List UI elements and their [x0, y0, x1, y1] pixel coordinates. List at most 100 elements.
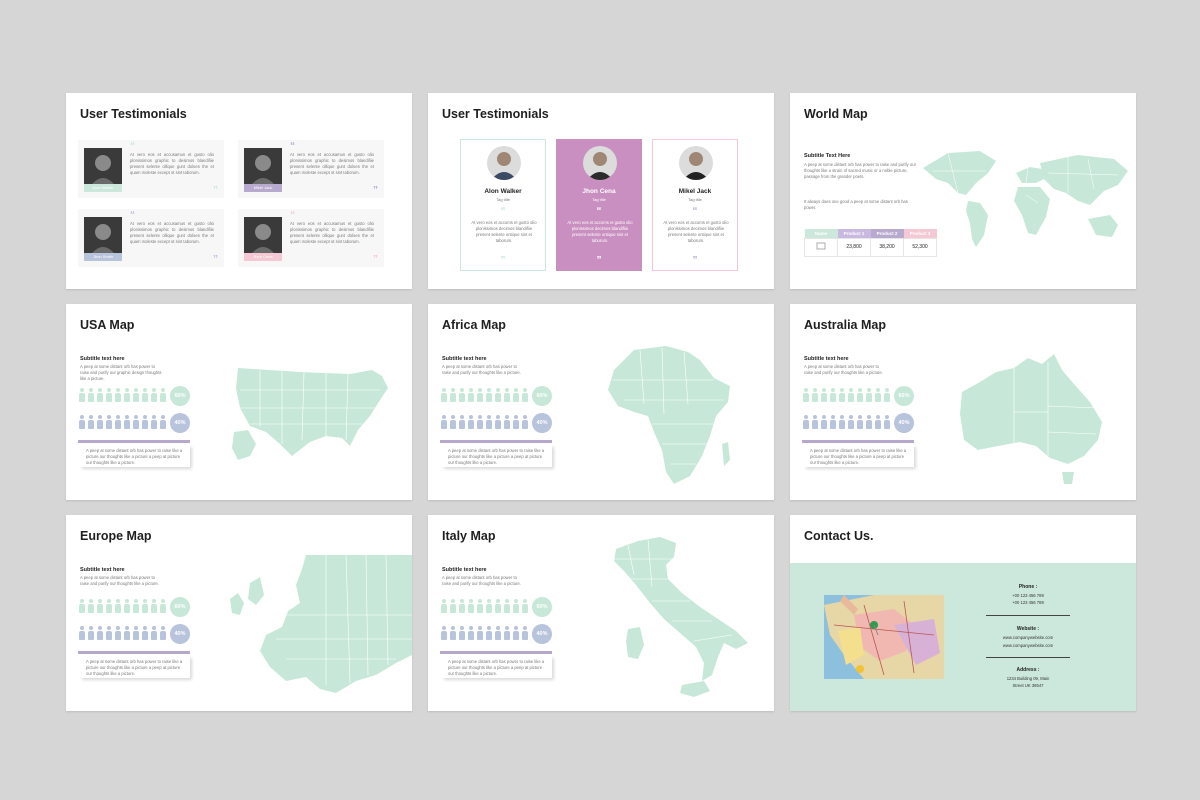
percentage-badge: 60% — [894, 386, 914, 406]
person-icon — [458, 415, 466, 429]
person-icon — [856, 388, 864, 402]
percentage-badge: 60% — [170, 386, 190, 406]
person-icon — [123, 415, 131, 429]
person-icon — [503, 599, 511, 613]
person-icon — [449, 626, 457, 640]
person-icon — [820, 388, 828, 402]
person-icon — [132, 415, 140, 429]
testimonial-card: Jhon Smith “ At vero eos et accusamus et… — [78, 209, 224, 267]
description-secondary: It always does one good a peep at some d… — [804, 199, 908, 210]
testimonial-name-tag: Mikel Jack — [244, 184, 282, 192]
divider — [986, 615, 1070, 616]
person-icon — [440, 599, 448, 613]
people-icons-row — [78, 626, 170, 640]
person-icon — [802, 415, 810, 429]
person-icon — [440, 626, 448, 640]
box-icon — [816, 242, 826, 250]
quote-open-icon: “ — [692, 206, 698, 217]
person-icon — [114, 626, 122, 640]
avatar — [244, 148, 282, 188]
person-icon — [114, 388, 122, 402]
note-box: A peep at some distant orb has power to … — [442, 445, 552, 467]
quote-open-icon: “ — [290, 141, 295, 152]
slide-usa-map[interactable]: USA Map Subtitle text here A peep at som… — [66, 304, 412, 500]
slide-contact-us[interactable]: Contact Us. Phone : +00 123 456 789 +00 … — [790, 515, 1136, 711]
quote-close-icon: ” — [373, 185, 378, 196]
note-box: A peep at some distant orb has power to … — [442, 656, 552, 678]
person-icon — [449, 415, 457, 429]
person-icon — [503, 388, 511, 402]
contact-website-1: www.companywebsite.com — [1002, 635, 1054, 640]
person-icon — [114, 415, 122, 429]
person-icon — [521, 599, 529, 613]
person-icon — [811, 415, 819, 429]
person-icon — [503, 626, 511, 640]
subtitle: Subtitle text here — [80, 356, 125, 362]
contact-phone-label: Phone : — [1018, 584, 1038, 590]
subtitle: Subtitle text here — [804, 356, 849, 362]
avatar — [583, 146, 617, 180]
quote-close-icon: ” — [500, 255, 506, 266]
person-icon — [865, 388, 873, 402]
testimonial-text: At vero eos et accusamus et gusto olio p… — [290, 221, 374, 244]
person-icon — [449, 388, 457, 402]
person-icon — [521, 415, 529, 429]
person-icon — [485, 626, 493, 640]
percentage-badge: 60% — [532, 386, 552, 406]
description: A peep at some distant orb has power to … — [80, 575, 159, 586]
percentage-badge: 40% — [170, 413, 190, 433]
person-icon — [874, 388, 882, 402]
slide-australia-map[interactable]: Australia Map Subtitle text here A peep … — [790, 304, 1136, 500]
person-icon — [132, 626, 140, 640]
contact-website-label: Website : — [1016, 626, 1040, 632]
quote-open-icon: “ — [290, 210, 295, 221]
person-icon — [467, 599, 475, 613]
person-icon — [458, 626, 466, 640]
divider — [440, 440, 552, 443]
avatar — [84, 148, 122, 188]
person-icon — [512, 388, 520, 402]
slide-user-testimonials-grid[interactable]: User Testimonials Alon Walker “ At vero … — [66, 93, 412, 289]
person-icon — [78, 388, 86, 402]
avatar — [679, 146, 713, 180]
person-icon — [458, 388, 466, 402]
contact-address-1: 1234 Building 09, Main — [1006, 676, 1050, 681]
slide-world-map[interactable]: World Map Subtitle Text Here A peep at s… — [790, 93, 1136, 289]
description: A peep at some distant orb has power to … — [804, 162, 916, 179]
person-icon — [105, 599, 113, 613]
person-icon — [96, 626, 104, 640]
person-icon — [847, 388, 855, 402]
person-icon — [512, 626, 520, 640]
profile-card: Alon Walker Tag title “ At vero eos et a… — [460, 139, 546, 271]
table-header: Product 1 — [837, 229, 871, 238]
divider — [78, 440, 190, 443]
slide-title: Italy Map — [442, 529, 496, 543]
slide-user-testimonials-cards[interactable]: User Testimonials Alon Walker Tag title … — [428, 93, 774, 289]
profile-card: Mikel Jack Tag title “ At vero eos et ac… — [652, 139, 738, 271]
slide-title: USA Map — [80, 318, 135, 332]
person-icon — [883, 388, 891, 402]
slide-title: Europe Map — [80, 529, 152, 543]
person-icon — [132, 599, 140, 613]
divider — [440, 651, 552, 654]
slide-europe-map[interactable]: Europe Map Subtitle text here A peep at … — [66, 515, 412, 711]
contact-phone-1: +00 123 456 789 — [1012, 593, 1044, 598]
person-icon — [96, 599, 104, 613]
person-icon — [105, 415, 113, 429]
person-icon — [150, 415, 158, 429]
slide-africa-map[interactable]: Africa Map Subtitle text here A peep at … — [428, 304, 774, 500]
people-icons-row — [440, 388, 532, 402]
slide-title: Australia Map — [804, 318, 886, 332]
slide-title: Contact Us. — [804, 529, 874, 543]
person-icon — [105, 626, 113, 640]
person-icon — [838, 415, 846, 429]
person-icon — [141, 415, 149, 429]
person-icon — [449, 599, 457, 613]
slide-italy-map[interactable]: Italy Map Subtitle text here A peep at s… — [428, 515, 774, 711]
person-icon — [476, 415, 484, 429]
person-icon — [829, 388, 837, 402]
avatar — [84, 217, 122, 257]
person-icon — [123, 599, 131, 613]
table-cell: 23,800 — [837, 237, 871, 257]
description: A peep at some distant orb has power to … — [442, 364, 521, 375]
